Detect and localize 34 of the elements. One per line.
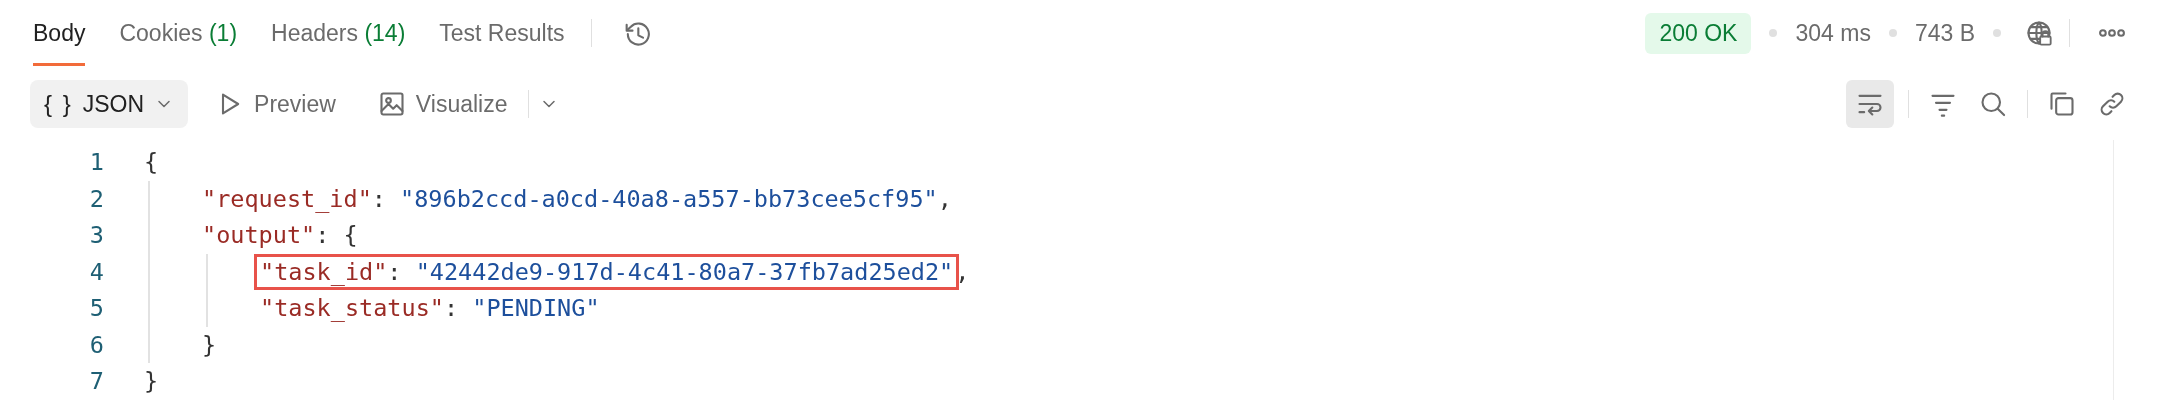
code-line: } xyxy=(144,367,159,396)
tab[interactable]: Body xyxy=(33,0,86,66)
code-line: "task_status": "PENDING" xyxy=(260,294,600,323)
code-line: "request_id": "896b2ccd-a0cd-40a8-a557-bb73cee5cf95", xyxy=(202,184,952,213)
search-icon xyxy=(1979,90,2007,118)
code-text: , xyxy=(955,257,970,286)
code-line: "output": { xyxy=(202,221,358,250)
separator-dot xyxy=(1769,29,1778,37)
line-number: 4 xyxy=(88,257,105,286)
separator-dot xyxy=(1993,29,2001,37)
more-icon xyxy=(2098,28,2126,38)
link-icon xyxy=(2098,90,2126,118)
line-number: 2 xyxy=(88,184,105,213)
line-number: 7 xyxy=(88,367,105,396)
tab[interactable]: Headers (14) xyxy=(271,0,406,66)
globe-lock-icon xyxy=(2025,19,2053,47)
line-number: 5 xyxy=(88,294,105,323)
image-icon xyxy=(377,90,406,118)
line-number: 6 xyxy=(88,330,105,359)
line-number: 3 xyxy=(88,221,105,250)
view-mode-button[interactable]: Visualize xyxy=(363,80,522,128)
tab[interactable]: Test Results xyxy=(439,0,565,66)
response-size: 743 B xyxy=(1914,19,1975,47)
tab[interactable]: Cookies (1) xyxy=(119,0,238,66)
view-mode-button[interactable]: { } JSON xyxy=(30,80,189,128)
copy-icon xyxy=(2048,90,2076,118)
view-mode-button[interactable]: Preview xyxy=(202,80,350,128)
code-line: } xyxy=(202,330,217,359)
separator-dot xyxy=(1888,29,1897,37)
line-number: 1 xyxy=(88,148,105,177)
code-line: { xyxy=(144,148,159,177)
response-time: 304 ms xyxy=(1795,19,1871,47)
status-badge: 200 OK xyxy=(1645,12,1752,54)
wrap-button[interactable] xyxy=(1846,80,1894,128)
